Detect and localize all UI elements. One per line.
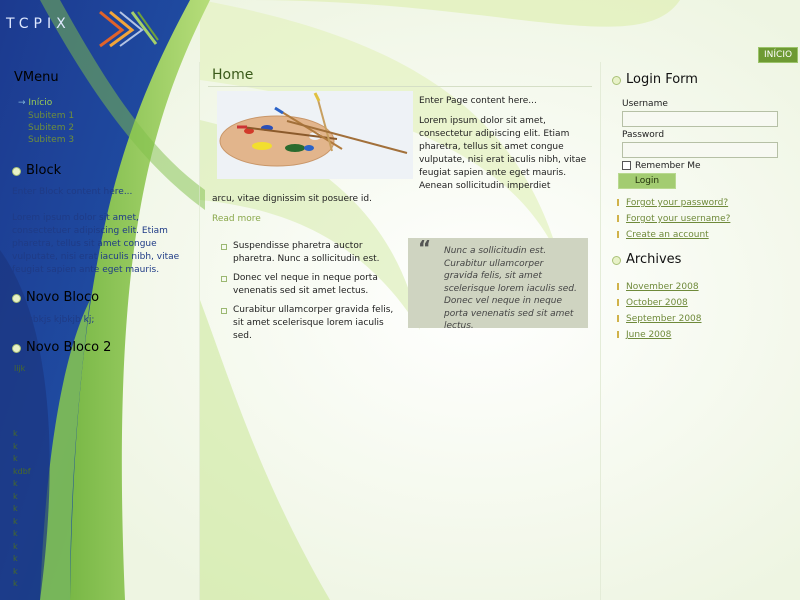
link-marker-icon xyxy=(617,315,619,322)
forgot-password-link[interactable]: Forgot your password? xyxy=(626,198,728,208)
bullet-icon xyxy=(12,344,21,353)
home-top-button[interactable]: INÍCIO xyxy=(758,47,799,63)
blockquote: “ Nunc a sollicitudin est. Curabitur ull… xyxy=(408,236,588,331)
archive-september-2008[interactable]: September 2008 xyxy=(626,314,702,324)
link-marker-icon xyxy=(617,299,619,306)
page-intro: Enter Page content here... xyxy=(419,96,537,106)
block-intro: Enter Block content here... xyxy=(12,187,133,197)
k-list-item: k xyxy=(13,479,18,488)
login-button[interactable]: Login xyxy=(618,173,676,189)
k-list-item: k xyxy=(13,454,18,463)
novo-bloco-2-text: lijk xyxy=(14,364,26,373)
site-logo[interactable]: TCPIX xyxy=(6,16,71,32)
k-list: k k k kdbf k k k k k k k k k xyxy=(13,428,31,591)
novo-bloco-text: ajdjsbkjs kjbkjb kj; xyxy=(12,315,95,325)
title-separator xyxy=(208,86,592,87)
list-item: Curabitur ullamcorper gravida felis, sit… xyxy=(219,304,395,343)
archives-list: November 2008 October 2008 September 200… xyxy=(617,279,702,343)
vmenu-subitem-3[interactable]: Subitem 3 xyxy=(28,135,188,145)
remember-me-checkbox[interactable] xyxy=(622,161,631,170)
archive-october-2008[interactable]: October 2008 xyxy=(626,298,688,308)
paint-palette-image xyxy=(217,91,413,179)
quote-text: Nunc a sollicitudin est. Curabitur ullam… xyxy=(444,246,577,331)
k-list-item: k xyxy=(13,554,18,563)
bullet-icon xyxy=(612,76,621,85)
k-list-item: k xyxy=(13,529,18,538)
login-form-heading: Login Form xyxy=(612,72,698,87)
quote-mark-icon: “ xyxy=(418,236,432,260)
link-marker-icon xyxy=(617,231,619,238)
link-marker-icon xyxy=(617,199,619,206)
forgot-username-link[interactable]: Forgot your username? xyxy=(626,214,730,224)
link-marker-icon xyxy=(617,283,619,290)
vmenu-subitem-1[interactable]: Subitem 1 xyxy=(28,111,188,121)
bullet-list: Suspendisse pharetra auctor pharetra. Nu… xyxy=(219,240,395,349)
archive-june-2008[interactable]: June 2008 xyxy=(626,330,671,340)
list-item: Suspendisse pharetra auctor pharetra. Nu… xyxy=(219,240,395,266)
remember-me-row: Remember Me xyxy=(622,161,701,171)
password-label: Password xyxy=(622,130,665,140)
page-title: Home xyxy=(212,67,254,83)
username-label: Username xyxy=(622,99,668,109)
k-list-item: k xyxy=(13,579,18,588)
right-column-divider xyxy=(600,62,601,600)
bullet-icon xyxy=(12,294,21,303)
create-account-link[interactable]: Create an account xyxy=(626,230,709,240)
vmenu-title: VMenu xyxy=(14,70,59,85)
page-paragraph-right: Lorem ipsum dolor sit amet, consectetur … xyxy=(419,116,587,191)
vmenu-list: → Início Subitem 1 Subitem 2 Subitem 3 xyxy=(18,98,188,145)
username-input[interactable] xyxy=(622,111,778,127)
k-list-item: k xyxy=(13,566,18,576)
link-marker-icon xyxy=(617,331,619,338)
vmenu-item-inicio[interactable]: → Início xyxy=(18,98,188,108)
vmenu-subitem-2[interactable]: Subitem 2 xyxy=(28,123,188,133)
archive-november-2008[interactable]: November 2008 xyxy=(626,282,699,292)
block-text: Lorem ipsum dolor sit amet, consectetuer… xyxy=(12,213,180,275)
novo-bloco-2-heading: Novo Bloco 2 xyxy=(12,340,111,355)
k-list-item: k xyxy=(13,504,18,513)
page-paragraph-continued: arcu, vitae dignissim sit posuere id. xyxy=(212,194,373,204)
k-list-item: k xyxy=(13,441,18,451)
password-input[interactable] xyxy=(622,142,778,158)
logo-x-icon xyxy=(99,10,159,48)
bullet-icon xyxy=(12,167,21,176)
block-heading: Block xyxy=(12,163,61,178)
list-item: Donec vel neque in neque porta venenatis… xyxy=(219,272,395,298)
link-marker-icon xyxy=(617,215,619,222)
read-more-link[interactable]: Read more xyxy=(212,214,261,224)
bullet-icon xyxy=(612,256,621,265)
left-column-divider xyxy=(199,62,200,600)
k-list-item: k xyxy=(13,516,18,526)
k-list-item: k xyxy=(13,491,18,501)
remember-me-label: Remember Me xyxy=(635,161,701,171)
novo-bloco-heading: Novo Bloco xyxy=(12,290,99,305)
k-list-item: k xyxy=(13,541,18,551)
archives-heading: Archives xyxy=(612,252,681,267)
k-list-item: k xyxy=(13,429,18,438)
login-links: Forgot your password? Forgot your userna… xyxy=(617,195,730,243)
k-list-item: kdbf xyxy=(13,466,31,476)
